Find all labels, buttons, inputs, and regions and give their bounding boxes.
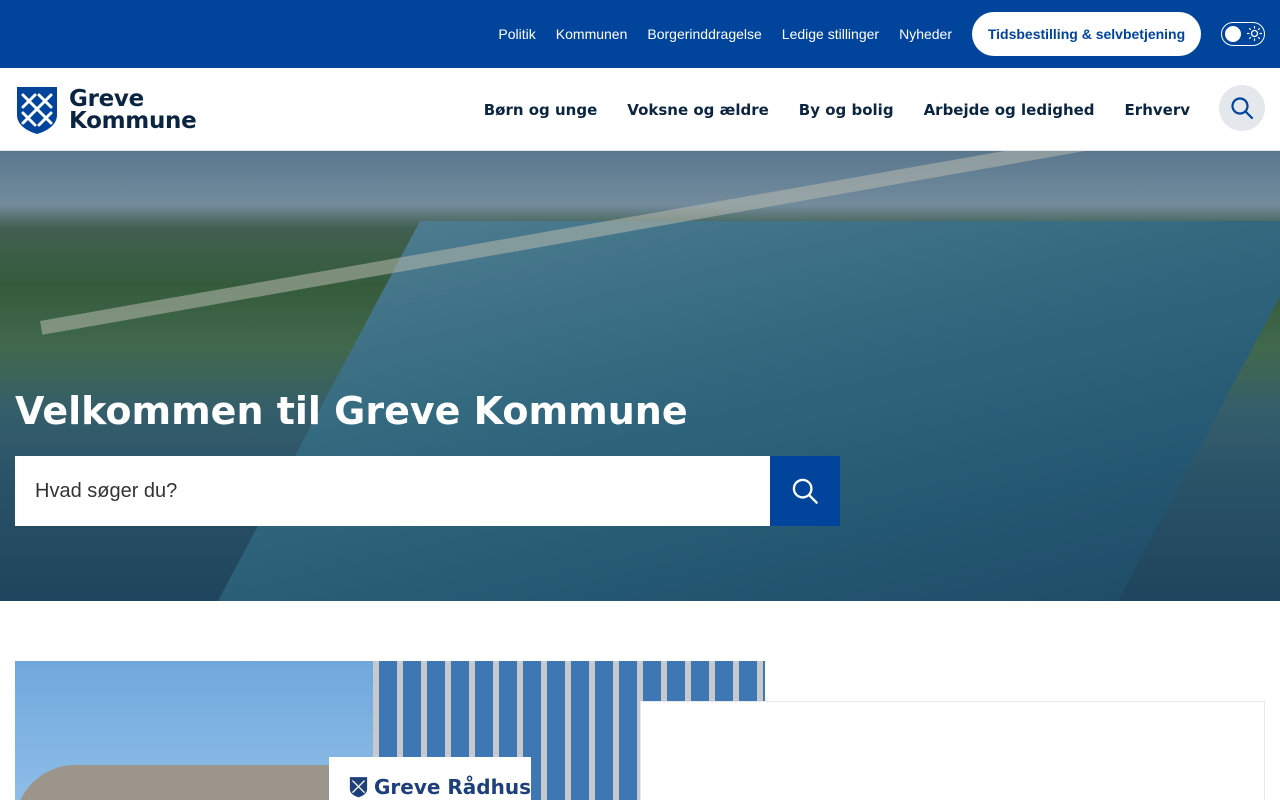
utility-link-politik[interactable]: Politik (498, 26, 535, 42)
greve-logo-icon (349, 777, 368, 798)
logo-line-1: Greve (69, 86, 144, 112)
hero-search-input[interactable]: Hvad søger du? (15, 456, 770, 526)
hero-title: Velkommen til Greve Kommune (15, 389, 688, 433)
hero-overlay (0, 151, 1280, 601)
self-service-button[interactable]: Tidsbestilling & selvbetjening (972, 12, 1201, 56)
feature-card (640, 701, 1265, 800)
sign-text: Greve Rådhus (373, 775, 531, 799)
toggle-knob (1225, 26, 1241, 42)
utility-link-ledige-stillinger[interactable]: Ledige stillinger (782, 26, 879, 42)
nav-arbejde-og-ledighed[interactable]: Arbejde og ledighed (924, 101, 1095, 119)
utility-link-nyheder[interactable]: Nyheder (899, 26, 952, 42)
nav-voksne-og-aeldre[interactable]: Voksne og ældre (627, 101, 769, 119)
town-hall-sign: Greve Rådhus (329, 757, 531, 800)
utility-nav: Politik Kommunen Borgerinddragelse Ledig… (498, 0, 952, 68)
main-header: Greve Kommune Børn og unge Voksne og æld… (0, 68, 1280, 151)
hero-banner: Velkommen til Greve Kommune Hvad søger d… (0, 151, 1280, 601)
utility-link-borgerinddragelse[interactable]: Borgerinddragelse (647, 26, 761, 42)
greve-logo-icon (17, 87, 57, 134)
hero-search-button[interactable] (770, 456, 840, 526)
logo-wordmark: Greve Kommune (69, 86, 197, 134)
main-nav: Børn og unge Voksne og ældre By og bolig… (484, 68, 1190, 151)
site-logo[interactable]: Greve Kommune (15, 85, 197, 135)
theme-toggle-sun-icon (1246, 25, 1263, 42)
nav-erhverv[interactable]: Erhverv (1125, 101, 1190, 119)
search-icon (792, 478, 818, 504)
search-icon (1231, 97, 1254, 120)
theme-toggle[interactable] (1221, 22, 1265, 46)
nav-by-og-bolig[interactable]: By og bolig (799, 101, 894, 119)
header-search-button[interactable] (1219, 85, 1265, 131)
utility-link-kommunen[interactable]: Kommunen (556, 26, 628, 42)
logo-line-2: Kommune (69, 108, 197, 134)
nav-born-og-unge[interactable]: Børn og unge (484, 101, 598, 119)
top-utility-bar: Politik Kommunen Borgerinddragelse Ledig… (0, 0, 1280, 68)
